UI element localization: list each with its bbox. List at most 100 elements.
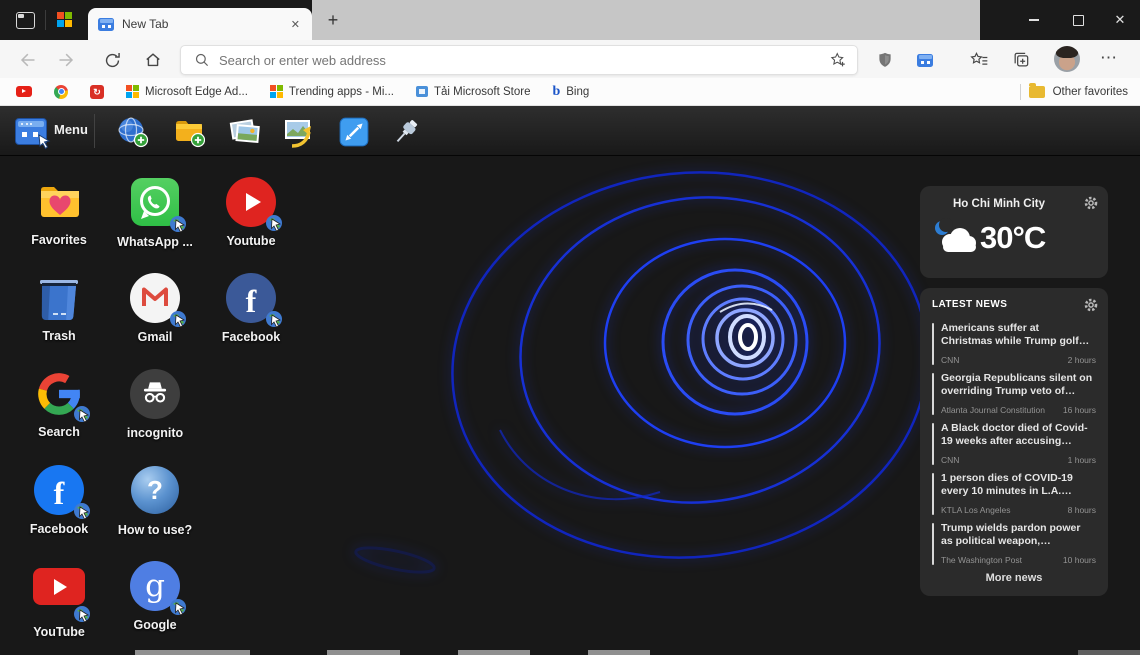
bookmark-youtube[interactable] <box>16 86 32 97</box>
news-widget: LATEST NEWS Americans suffer at Christma… <box>920 288 1108 596</box>
news-time: 10 hours <box>1063 555 1096 565</box>
tile-label: Gmail <box>112 330 198 344</box>
shortcut-globe-badge <box>73 405 92 424</box>
tile-label: Google <box>112 618 198 632</box>
empty-tab-strip <box>312 0 980 40</box>
bookmark-label: Trending apps - Mi... <box>289 86 394 98</box>
chrome-favicon <box>54 85 68 99</box>
tab-close-icon[interactable]: ✕ <box>291 18 300 31</box>
collections-icon <box>1011 50 1031 70</box>
favorites-hub-button[interactable] <box>966 47 992 73</box>
dial-google[interactable]: g Google <box>112 552 198 632</box>
tab-title: New Tab <box>122 17 291 31</box>
back-button[interactable] <box>14 47 40 73</box>
peek-tile <box>588 650 650 655</box>
shortcut-globe-badge <box>169 310 188 329</box>
dial-gmail[interactable]: Gmail <box>112 264 198 344</box>
news-source: Atlanta Journal Constitution <box>941 405 1045 415</box>
tab-new-tab[interactable]: New Tab ✕ <box>88 8 312 40</box>
bookmark-label: Microsoft Edge Ad... <box>145 86 248 98</box>
news-title: Georgia Republicans silent on overriding… <box>941 372 1093 398</box>
dial-youtube-2[interactable]: YouTube <box>16 552 102 639</box>
bookmark-chrome-store[interactable] <box>54 85 68 99</box>
add-folder-button[interactable] <box>173 116 205 148</box>
folder-add-icon <box>173 116 205 148</box>
new-tab-button[interactable]: + <box>322 9 344 31</box>
more-news-link[interactable]: More news <box>920 572 1108 584</box>
bookmark-bing[interactable]: b Bing <box>552 84 589 100</box>
menu-button[interactable]: Menu <box>54 122 88 137</box>
gear-icon[interactable] <box>1083 297 1099 313</box>
dial-incognito[interactable]: incognito <box>112 360 198 440</box>
search-icon <box>193 51 211 69</box>
collections-button[interactable] <box>1008 47 1034 73</box>
item-accent-bar <box>932 373 934 415</box>
back-icon <box>17 50 37 70</box>
add-favorite-icon[interactable] <box>829 51 847 69</box>
news-source: The Washington Post <box>941 555 1022 565</box>
window-close-button[interactable]: ✕ <box>1098 0 1140 40</box>
weather-widget: Ho Chi Minh City 30°C <box>920 186 1108 278</box>
tile-label: incognito <box>112 426 198 440</box>
refresh-button[interactable] <box>99 47 125 73</box>
bookmark-ms-edge-addons[interactable]: Microsoft Edge Ad... <box>126 85 248 98</box>
home-icon <box>143 50 163 70</box>
maximize-button[interactable] <box>1056 0 1100 40</box>
news-source: KTLA Los Angeles <box>941 505 1010 515</box>
tile-label: Favorites <box>16 233 102 247</box>
youtube-icon <box>33 568 85 605</box>
address-bar[interactable]: Search or enter web address <box>180 45 858 75</box>
news-item[interactable]: A Black doctor died of Covid-19 weeks af… <box>932 422 1098 468</box>
news-title: 1 person dies of COVID-19 every 10 minut… <box>941 472 1093 498</box>
tile-label: Facebook <box>16 522 102 536</box>
dial-search[interactable]: Search <box>16 360 102 439</box>
news-item[interactable]: 1 person dies of COVID-19 every 10 minut… <box>932 472 1098 518</box>
dial-facebook-1[interactable]: f Facebook <box>208 264 294 344</box>
bookmark-trending-apps[interactable]: Trending apps - Mi... <box>270 85 394 98</box>
peek-tile <box>458 650 530 655</box>
weather-city: Ho Chi Minh City <box>920 198 1078 210</box>
peek-tile <box>135 650 250 655</box>
incognito-icon <box>130 369 180 419</box>
profile-avatar[interactable] <box>1054 46 1080 72</box>
cursor-icon <box>37 134 51 150</box>
tile-label: Trash <box>16 329 102 343</box>
shortcut-globe-badge <box>169 215 188 234</box>
youtube-favicon <box>16 86 32 97</box>
bookmark-sync-site[interactable]: ↻ <box>90 85 104 99</box>
news-item[interactable]: Americans suffer at Christmas while Trum… <box>932 322 1098 368</box>
shield-icon <box>876 51 894 69</box>
gear-icon[interactable] <box>1083 195 1099 211</box>
speed-dial-extension-button[interactable] <box>912 47 938 73</box>
tile-label: WhatsApp ... <box>112 235 198 249</box>
home-button[interactable] <box>140 47 166 73</box>
workspaces-icon[interactable] <box>16 12 35 29</box>
edge-browser-window: { "titlebar": { "tab": {"title": "New Ta… <box>0 0 1140 655</box>
dial-youtube[interactable]: Youtube <box>208 168 294 248</box>
microsoft-logo-icon[interactable] <box>57 12 72 27</box>
peek-tile <box>1078 650 1140 655</box>
menu-icon[interactable] <box>15 118 47 145</box>
bookmark-ms-store[interactable]: Tải Microsoft Store <box>416 86 531 98</box>
news-item[interactable]: Georgia Republicans silent on overriding… <box>932 372 1098 418</box>
gallery-button[interactable] <box>228 116 260 148</box>
sync-favicon: ↻ <box>90 85 104 99</box>
minimize-button[interactable] <box>1012 0 1056 40</box>
favorites-star-icon <box>969 50 989 70</box>
microsoft-favicon <box>126 85 139 98</box>
forward-button[interactable] <box>54 47 80 73</box>
add-site-button[interactable] <box>117 116 149 148</box>
dial-whatsapp[interactable]: WhatsApp ... <box>112 168 198 249</box>
news-item[interactable]: Trump wields pardon power as political w… <box>932 522 1098 568</box>
tile-label: YouTube <box>16 625 102 639</box>
dial-favorites[interactable]: Favorites <box>16 168 102 247</box>
titlebar-separator <box>45 10 46 30</box>
dial-how-to-use[interactable]: ? How to use? <box>112 456 198 537</box>
photos-icon <box>228 116 262 148</box>
dial-trash[interactable]: Trash <box>16 264 102 343</box>
dial-facebook-2[interactable]: f Facebook <box>16 456 102 536</box>
other-favorites-button[interactable]: Other favorites <box>1020 84 1128 100</box>
tile-label: How to use? <box>112 523 198 537</box>
settings-menu-button[interactable]: ⋯ <box>1100 48 1118 68</box>
adblock-extension-button[interactable] <box>872 47 898 73</box>
